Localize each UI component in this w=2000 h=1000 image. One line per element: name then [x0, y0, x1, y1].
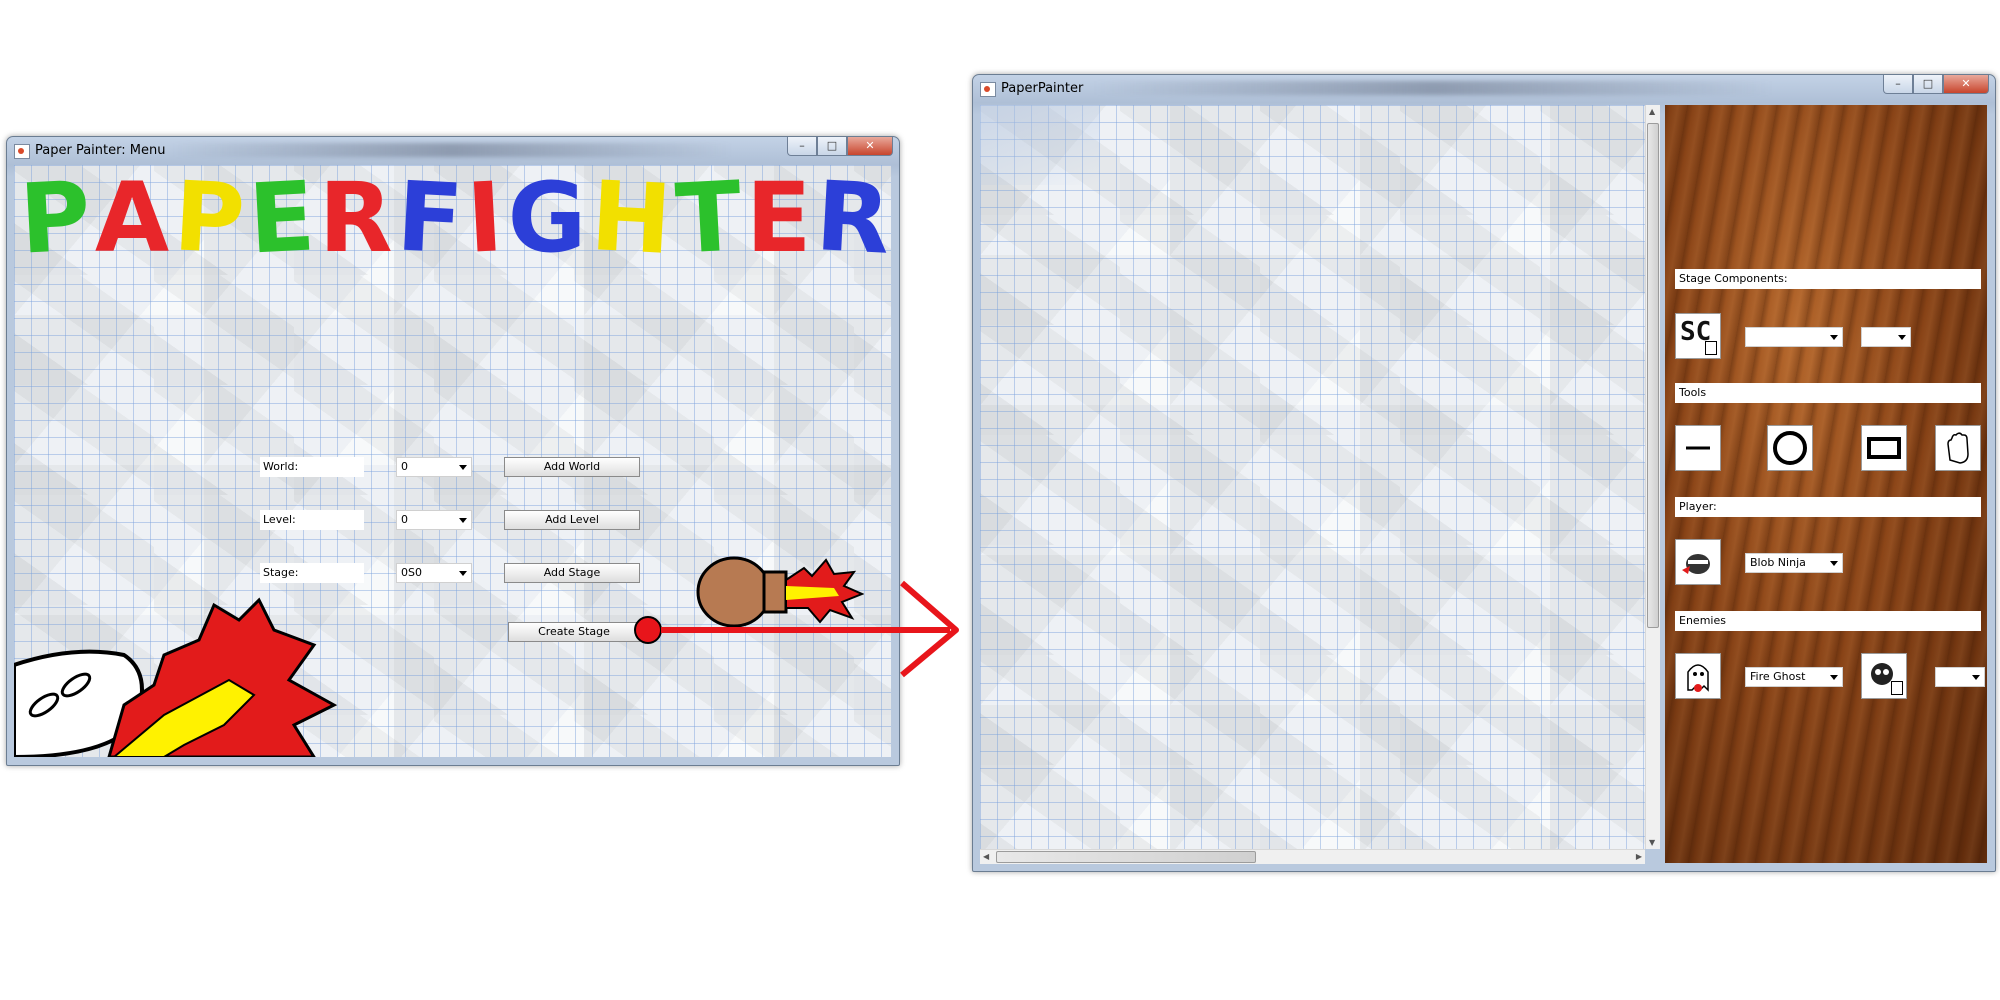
enemies-header: Enemies — [1675, 611, 1981, 631]
ghost-fire-drawing — [14, 597, 338, 757]
folded-corner — [980, 105, 1100, 185]
player-header: Player: — [1675, 497, 1981, 517]
enemy-select[interactable]: Fire Ghost — [1745, 667, 1843, 687]
stage-select-value: 0S0 — [401, 566, 422, 579]
chevron-down-icon — [1830, 675, 1838, 680]
maximize-button[interactable]: □ — [1913, 75, 1943, 94]
close-button[interactable]: ✕ — [1943, 75, 1989, 94]
logo-letter: P — [17, 165, 94, 276]
logo-letter: I — [464, 165, 507, 275]
logo-letter: P — [170, 165, 247, 276]
stage-select[interactable]: 0S0 — [396, 563, 472, 583]
menu-titlebar: Paper Painter: Menu – □ ✕ — [7, 137, 899, 163]
stage-components-header: Stage Components: — [1675, 269, 1981, 289]
chevron-down-icon — [1830, 335, 1838, 340]
enemy-select-value: Fire Ghost — [1750, 670, 1806, 683]
world-label: World: — [260, 457, 364, 477]
close-button[interactable]: ✕ — [847, 137, 893, 156]
java-app-icon — [14, 144, 30, 159]
enemy-delete-tool[interactable] — [1861, 653, 1907, 699]
level-select-value: 0 — [401, 513, 408, 526]
tool-panel: Stage Components: SC Tools Player: Blob … — [1665, 105, 1987, 863]
chevron-down-icon — [459, 465, 467, 470]
logo-letter: A — [94, 165, 170, 274]
world-select[interactable]: 0 — [396, 457, 472, 477]
window-controls: – □ ✕ — [787, 137, 893, 157]
logo-letter: F — [394, 165, 466, 276]
chevron-down-icon — [1972, 675, 1980, 680]
stage-component-select[interactable] — [1745, 327, 1843, 347]
rectangle-icon — [1867, 437, 1901, 459]
trash-icon — [1705, 341, 1717, 355]
line-tool-button[interactable] — [1675, 425, 1721, 471]
menu-window-title: Paper Painter: Menu — [35, 143, 166, 158]
title-blur — [172, 143, 732, 157]
level-select[interactable]: 0 — [396, 510, 472, 530]
circle-icon — [1773, 431, 1807, 465]
logo-letter: G — [507, 165, 587, 274]
minimize-button[interactable]: – — [1883, 75, 1913, 94]
scroll-up-icon[interactable]: ▲ — [1649, 107, 1655, 116]
window-controls: – □ ✕ — [1883, 75, 1989, 95]
circle-tool-button[interactable] — [1767, 425, 1813, 471]
add-stage-button[interactable]: Add Stage — [504, 563, 640, 583]
player-preview[interactable] — [1675, 539, 1721, 585]
horizontal-scrollbar[interactable]: ◀ ▶ — [980, 849, 1645, 864]
logo-letter: R — [813, 165, 891, 276]
minimize-button[interactable]: – — [787, 137, 817, 156]
hand-tool-button[interactable] — [1935, 425, 1981, 471]
trash-icon — [1891, 681, 1903, 695]
chevron-down-icon — [1830, 561, 1838, 566]
line-icon — [1686, 446, 1710, 450]
scroll-left-icon[interactable]: ◀ — [983, 852, 989, 861]
level-label: Level: — [260, 510, 364, 530]
world-select-value: 0 — [401, 460, 408, 473]
title-blur — [1093, 81, 1773, 95]
maximize-button[interactable]: □ — [817, 137, 847, 156]
hand-icon — [1947, 432, 1969, 464]
fire-ghost-icon — [1687, 664, 1709, 692]
scroll-down-icon[interactable]: ▼ — [1649, 838, 1655, 847]
painter-window: PaperPainter – □ ✕ ▲ ▼ ◀ ▶ Stage Compone… — [972, 74, 1996, 872]
blob-ninja-icon — [1682, 554, 1710, 574]
rectangle-tool-button[interactable] — [1861, 425, 1907, 471]
chevron-down-icon — [459, 571, 467, 576]
painter-window-title: PaperPainter — [1001, 81, 1084, 96]
player-select-value: Blob Ninja — [1750, 556, 1806, 569]
add-level-button[interactable]: Add Level — [504, 510, 640, 530]
vertical-scrollbar[interactable]: ▲ ▼ — [1645, 105, 1660, 849]
paperfighter-logo: PAPERFIGHTER — [17, 165, 891, 277]
logo-letter: H — [588, 165, 675, 277]
scroll-right-icon[interactable]: ▶ — [1636, 852, 1642, 861]
enemy-variant-select[interactable] — [1935, 667, 1985, 687]
drawing-canvas[interactable] — [980, 105, 1645, 849]
create-stage-button[interactable]: Create Stage — [508, 622, 640, 642]
logo-letter: R — [318, 165, 393, 274]
chevron-down-icon — [1898, 335, 1906, 340]
horizontal-scroll-thumb[interactable] — [996, 851, 1256, 863]
vertical-scroll-thumb[interactable] — [1647, 123, 1659, 628]
player-select[interactable]: Blob Ninja — [1745, 553, 1843, 573]
enemy-preview[interactable] — [1675, 653, 1721, 699]
add-world-button[interactable]: Add World — [504, 457, 640, 477]
connector-dot — [634, 616, 662, 644]
java-app-icon — [980, 82, 996, 97]
logo-letter: E — [245, 165, 318, 276]
navigation-arrow — [634, 580, 959, 678]
logo-letter: T — [672, 165, 745, 276]
stage-label: Stage: — [260, 563, 364, 583]
chevron-down-icon — [459, 518, 467, 523]
logo-letter: E — [745, 165, 812, 274]
stage-component-variant-select[interactable] — [1861, 327, 1911, 347]
stage-component-tool[interactable]: SC — [1675, 313, 1721, 359]
tools-header: Tools — [1675, 383, 1981, 403]
painter-titlebar: PaperPainter – □ ✕ — [973, 75, 1995, 101]
